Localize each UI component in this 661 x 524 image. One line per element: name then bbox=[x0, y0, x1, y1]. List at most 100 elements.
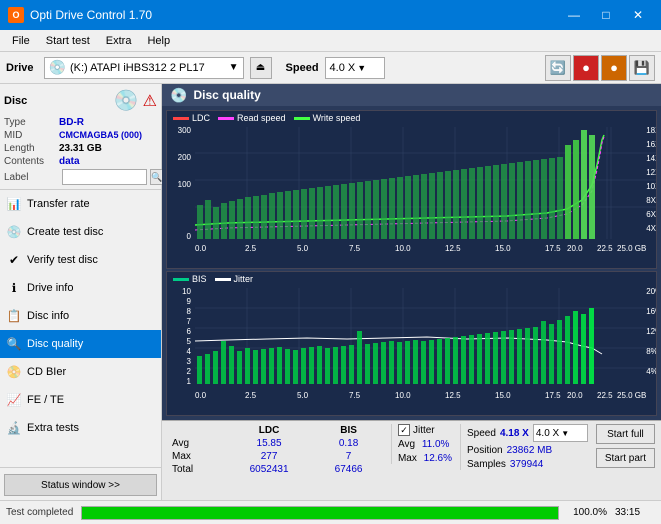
speed-select-value: 4.0 X bbox=[536, 428, 559, 439]
jitter-avg-label: Avg bbox=[398, 439, 415, 450]
progress-bar-container bbox=[81, 506, 559, 520]
svg-text:0.0: 0.0 bbox=[195, 391, 207, 400]
legend-read-speed: Read speed bbox=[218, 113, 286, 123]
svg-text:20.0: 20.0 bbox=[567, 244, 583, 253]
disc-label-input[interactable] bbox=[62, 169, 147, 185]
menu-extra[interactable]: Extra bbox=[98, 33, 140, 49]
sidebar-item-disc-info[interactable]: 📋 Disc info bbox=[0, 302, 161, 330]
svg-text:5.0: 5.0 bbox=[297, 391, 309, 400]
speed-row: Speed 4.18 X 4.0 X ▼ bbox=[467, 424, 588, 442]
cd-bier-label: CD BIer bbox=[27, 366, 66, 378]
progress-bar-fill bbox=[82, 507, 558, 519]
legend-write-speed: Write speed bbox=[294, 113, 361, 123]
avg-ldc: 15.85 bbox=[224, 437, 314, 450]
status-window-button[interactable]: Status window >> bbox=[4, 474, 157, 496]
chart1-svg: 300 200 100 0 18X 16X 14X 12X 10X 8X 6X … bbox=[167, 125, 656, 255]
extra-tests-icon: 🔬 bbox=[6, 420, 22, 436]
svg-text:0.0: 0.0 bbox=[195, 244, 207, 253]
disc-quality-label: Disc quality bbox=[27, 338, 83, 350]
minimize-button[interactable]: — bbox=[559, 0, 589, 30]
speed-label: Speed bbox=[286, 62, 319, 74]
disc-type-label: Type bbox=[4, 117, 59, 128]
svg-text:10.0: 10.0 bbox=[395, 244, 411, 253]
svg-text:1: 1 bbox=[187, 377, 192, 386]
disc-contents-value: data bbox=[59, 156, 80, 167]
verify-test-disc-icon: ✔ bbox=[6, 252, 22, 268]
sidebar-item-drive-info[interactable]: ℹ Drive info bbox=[0, 274, 161, 302]
save-button[interactable]: 💾 bbox=[629, 55, 655, 81]
disc-orange-button[interactable]: ● bbox=[601, 55, 627, 81]
disc-contents-label: Contents bbox=[4, 156, 59, 167]
drive-text: (K:) ATAPI iHBS312 2 PL17 bbox=[70, 62, 225, 74]
content-header: 💿 Disc quality bbox=[162, 84, 661, 106]
disc-red-button[interactable]: ● bbox=[573, 55, 599, 81]
disc-label-row: Label 🔍 bbox=[4, 169, 157, 185]
disc-warning-icon: ⚠ bbox=[143, 91, 157, 111]
menu-help[interactable]: Help bbox=[139, 33, 178, 49]
bis-jitter-chart: BIS Jitter bbox=[166, 271, 657, 416]
disc-info-label: Disc info bbox=[27, 310, 69, 322]
svg-text:7.5: 7.5 bbox=[349, 244, 361, 253]
close-button[interactable]: ✕ bbox=[623, 0, 653, 30]
drive-selector[interactable]: 💿 (K:) ATAPI iHBS312 2 PL17 ▼ bbox=[44, 57, 244, 79]
samples-label: Samples bbox=[467, 459, 506, 470]
menu-start-test[interactable]: Start test bbox=[38, 33, 98, 49]
svg-text:7: 7 bbox=[187, 317, 192, 326]
drive-info-label: Drive info bbox=[27, 282, 73, 294]
sidebar-item-fe-te[interactable]: 📈 FE / TE bbox=[0, 386, 161, 414]
jitter-checkbox-row: ✓ Jitter bbox=[398, 424, 452, 436]
content-area: 💿 Disc quality LDC Read speed bbox=[162, 84, 661, 500]
speed-selector[interactable]: 4.0 X ▼ bbox=[325, 57, 385, 79]
disc-mid-label: MID bbox=[4, 130, 59, 141]
svg-text:25.0 GB: 25.0 GB bbox=[617, 391, 646, 400]
svg-text:2.5: 2.5 bbox=[245, 244, 257, 253]
sidebar-item-disc-quality[interactable]: 🔍 Disc quality bbox=[0, 330, 161, 358]
svg-text:300: 300 bbox=[178, 126, 192, 135]
charts-container: LDC Read speed Write speed bbox=[162, 106, 661, 420]
title-bar: O Opti Drive Control 1.70 — □ ✕ bbox=[0, 0, 661, 30]
menu-file[interactable]: File bbox=[4, 33, 38, 49]
svg-text:17.5: 17.5 bbox=[545, 244, 561, 253]
speed-select-bottom[interactable]: 4.0 X ▼ bbox=[533, 424, 588, 442]
fe-te-icon: 📈 bbox=[6, 392, 22, 408]
refresh-button[interactable]: 🔄 bbox=[545, 55, 571, 81]
start-part-button[interactable]: Start part bbox=[596, 448, 655, 468]
sidebar-item-extra-tests[interactable]: 🔬 Extra tests bbox=[0, 414, 161, 442]
svg-text:10: 10 bbox=[182, 287, 191, 296]
legend-jitter: Jitter bbox=[215, 274, 254, 284]
disc-panel-header: Disc 💿 ⚠ bbox=[4, 88, 157, 113]
status-bar: Test completed 100.0% 33:15 bbox=[0, 500, 661, 524]
maximize-button[interactable]: □ bbox=[591, 0, 621, 30]
status-text: Test completed bbox=[6, 507, 73, 518]
progress-text: 100.0% bbox=[567, 507, 607, 518]
read-speed-color bbox=[218, 117, 234, 120]
legend-ldc: LDC bbox=[173, 113, 210, 123]
speed-value: 4.0 X bbox=[330, 62, 356, 74]
jitter-checkbox[interactable]: ✓ bbox=[398, 424, 410, 436]
disc-length-value: 23.31 GB bbox=[59, 143, 102, 154]
svg-text:12X: 12X bbox=[646, 168, 656, 177]
disc-length-row: Length 23.31 GB bbox=[4, 143, 157, 154]
sidebar-item-cd-bier[interactable]: 📀 CD BIer bbox=[0, 358, 161, 386]
svg-text:100: 100 bbox=[178, 180, 192, 189]
samples-value: 379944 bbox=[510, 459, 543, 470]
sidebar-item-transfer-rate[interactable]: 📊 Transfer rate bbox=[0, 190, 161, 218]
jitter-avg-value: 11.0% bbox=[422, 439, 450, 450]
jitter-color bbox=[215, 278, 231, 281]
svg-text:22.5: 22.5 bbox=[597, 391, 613, 400]
jitter-max-value: 12.6% bbox=[424, 453, 452, 464]
disc-label: Disc bbox=[4, 95, 27, 107]
start-full-button[interactable]: Start full bbox=[596, 424, 655, 444]
app-icon: O bbox=[8, 7, 24, 23]
max-label: Max bbox=[168, 450, 224, 463]
max-ldc: 277 bbox=[224, 450, 314, 463]
extra-tests-label: Extra tests bbox=[27, 422, 79, 434]
content-header-icon: 💿 bbox=[170, 87, 187, 104]
col-bis: BIS bbox=[314, 424, 383, 437]
time-text: 33:15 bbox=[615, 507, 655, 518]
sidebar-item-verify-test-disc[interactable]: ✔ Verify test disc bbox=[0, 246, 161, 274]
write-speed-color bbox=[294, 117, 310, 120]
sidebar-item-create-test-disc[interactable]: 💿 Create test disc bbox=[0, 218, 161, 246]
read-speed-label: Read speed bbox=[237, 113, 286, 123]
eject-button[interactable]: ⏏ bbox=[250, 57, 272, 79]
